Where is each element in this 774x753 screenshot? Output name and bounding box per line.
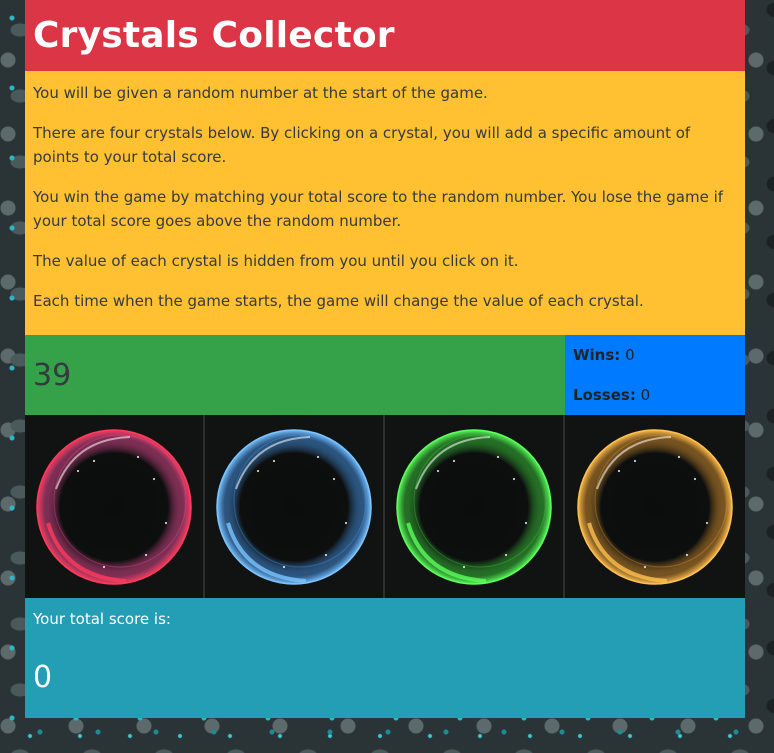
win-loss-panel: Wins: 0 Losses: 0 <box>565 335 745 415</box>
pink-crystal-icon <box>36 428 192 585</box>
crystal-sparkle <box>152 477 156 480</box>
losses-count: 0 <box>640 386 651 404</box>
crystal-sparkle <box>76 469 80 472</box>
crystal-sparkle <box>316 455 320 458</box>
instruction-text: You win the game by matching your total … <box>33 188 724 230</box>
crystal-sparkle <box>512 477 516 480</box>
wins-count: 0 <box>625 346 635 364</box>
crystal-sparkle <box>324 553 328 556</box>
crystal-sparkle <box>643 565 647 568</box>
crystal-sparkle <box>256 469 260 472</box>
total-score-label: Your total score is: <box>33 610 171 628</box>
crystal-sparkle <box>633 459 637 462</box>
crystal-sphere <box>577 428 733 585</box>
crystal-sparkle <box>685 553 689 556</box>
orange-crystal-icon <box>577 428 733 585</box>
crystal-sparkle <box>144 553 148 556</box>
blue-crystal-icon <box>216 428 372 585</box>
crystal-sphere <box>396 428 552 585</box>
game-container: Crystals Collector You will be given a r… <box>25 0 745 718</box>
crystal-sparkle <box>92 459 96 462</box>
instruction-text: The value of each crystal is hidden from… <box>33 252 519 270</box>
crystal-sparkle <box>504 553 508 556</box>
pink-crystal-button[interactable] <box>25 415 205 598</box>
crystal-sparkle <box>164 521 168 524</box>
wins-line: Wins: 0 <box>573 345 737 385</box>
game-header: Crystals Collector <box>25 0 745 71</box>
crystal-sphere <box>36 428 192 585</box>
total-score-value: 0 <box>33 660 53 695</box>
instruction-text: There are four crystals below. By clicki… <box>33 124 691 166</box>
crystal-sparkle <box>524 521 528 524</box>
score-row: 39 Wins: 0 Losses: 0 <box>25 335 745 415</box>
green-crystal-button[interactable] <box>385 415 565 598</box>
instructions-panel: You will be given a random number at the… <box>25 71 745 335</box>
crystal-sparkle <box>705 521 709 524</box>
target-number: 39 <box>33 357 72 393</box>
instruction-text: Each time when the game starts, the game… <box>33 292 644 310</box>
crystal-sparkle <box>136 455 140 458</box>
target-number-panel: 39 <box>25 335 565 415</box>
losses-label: Losses: <box>573 386 636 404</box>
orange-crystal-button[interactable] <box>565 415 745 598</box>
crystal-sparkle <box>452 459 456 462</box>
green-crystal-icon <box>396 428 552 585</box>
total-score-panel: Your total score is: 0 <box>25 598 745 718</box>
crystal-row <box>25 415 745 598</box>
crystal-sparkle <box>693 477 697 480</box>
crystal-sparkle <box>617 469 621 472</box>
crystal-sparkle <box>344 521 348 524</box>
crystal-sparkle <box>677 455 681 458</box>
crystal-sparkle <box>332 477 336 480</box>
crystal-sparkle <box>462 565 466 568</box>
game-title: Crystals Collector <box>33 15 395 56</box>
crystal-sphere <box>216 428 372 585</box>
crystal-sparkle <box>436 469 440 472</box>
crystal-sparkle <box>102 565 106 568</box>
blue-crystal-button[interactable] <box>205 415 385 598</box>
crystal-sparkle <box>272 459 276 462</box>
crystal-sparkle <box>496 455 500 458</box>
instruction-text: You will be given a random number at the… <box>33 84 488 102</box>
wins-label: Wins: <box>573 346 621 364</box>
crystal-sparkle <box>282 565 286 568</box>
